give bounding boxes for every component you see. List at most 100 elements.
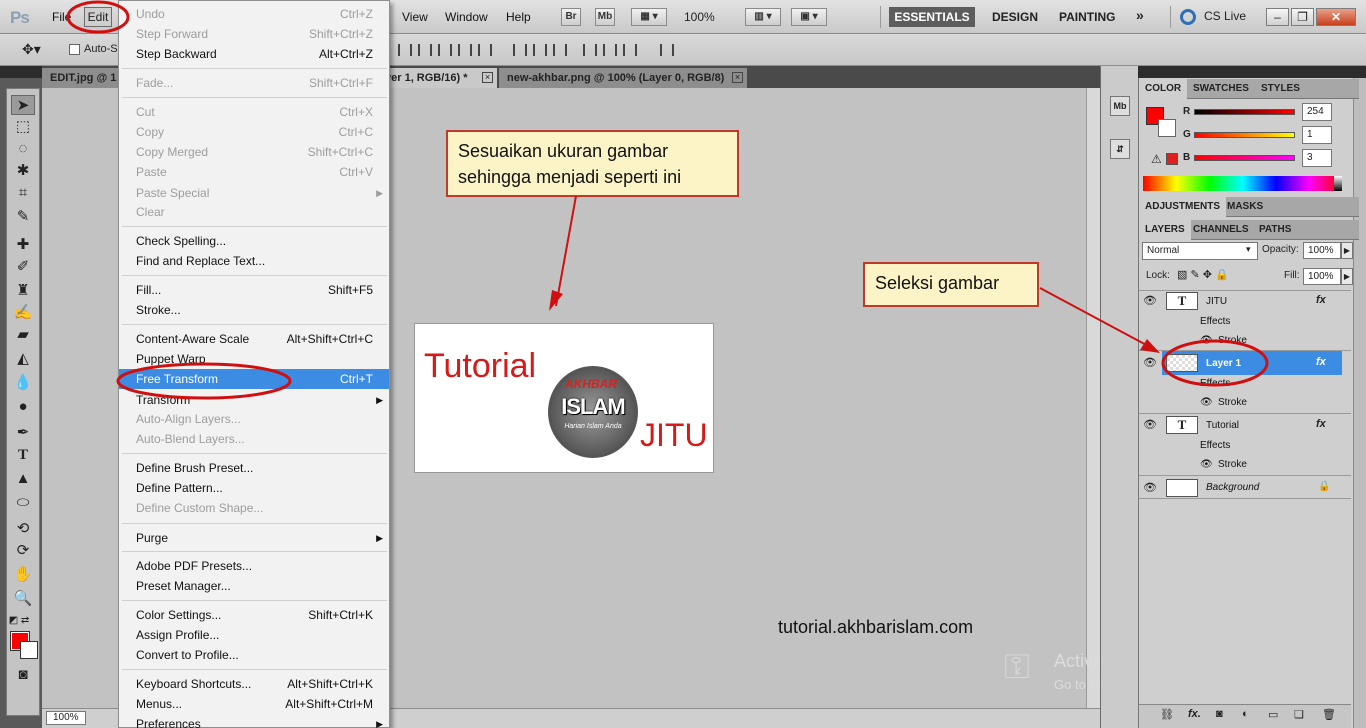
default-colors-icon[interactable]: ◩ ⇄ xyxy=(7,611,31,631)
layer-effects-label[interactable]: Effects xyxy=(1200,440,1230,451)
layer-name-jitu[interactable]: JITU xyxy=(1206,296,1227,307)
blur-tool-icon[interactable]: 💧 xyxy=(11,373,35,393)
opacity-stepper[interactable]: ▶ xyxy=(1341,242,1353,259)
opacity-input[interactable]: 100% xyxy=(1303,242,1341,259)
menu-item-preset-manager[interactable]: Preset Manager... xyxy=(119,576,389,596)
menu-item-content-aware-scale[interactable]: Content-Aware Scale Alt+Shift+Ctrl+C xyxy=(119,329,389,349)
minimize-button[interactable]: – xyxy=(1266,8,1289,26)
menu-item-adobe-pdf-presets[interactable]: Adobe PDF Presets... xyxy=(119,556,389,576)
visibility-eye-icon[interactable]: 👁 xyxy=(1143,418,1157,431)
crop-tool-icon[interactable]: ⌗ xyxy=(11,183,35,203)
layer-effects-icon[interactable]: fx xyxy=(1316,294,1326,306)
path-selection-tool-icon[interactable]: ▲ xyxy=(11,469,35,489)
tab-color[interactable]: COLOR xyxy=(1139,79,1188,99)
tab-masks[interactable]: MASKS xyxy=(1221,197,1269,217)
menu-item-copy[interactable]: Copy Ctrl+C xyxy=(119,122,389,142)
arrange-documents-icon[interactable]: ▥ ▾ xyxy=(745,8,781,26)
brush-tool-icon[interactable]: ✐ xyxy=(11,257,35,277)
pen-tool-icon[interactable]: ✒ xyxy=(11,423,35,443)
color-spectrum-bar[interactable] xyxy=(1143,176,1342,191)
layer-stroke-label[interactable]: Stroke xyxy=(1218,459,1247,470)
blend-mode-select[interactable]: Normal xyxy=(1142,242,1258,260)
menu-item-auto-blend-layers[interactable]: Auto-Blend Layers... xyxy=(119,429,389,449)
mini-bridge-panel-icon[interactable]: Mb xyxy=(1110,96,1130,116)
menu-item-convert-to-profile[interactable]: Convert to Profile... xyxy=(119,645,389,665)
color-panel-background[interactable] xyxy=(1158,119,1176,137)
layer-effects-icon[interactable]: fx xyxy=(1316,356,1326,368)
menu-item-assign-profile[interactable]: Assign Profile... xyxy=(119,625,389,645)
menu-item-preferences[interactable]: Preferences ▶ xyxy=(119,714,389,728)
visibility-eye-icon[interactable]: 👁 xyxy=(1143,356,1157,369)
background-color-swatch[interactable] xyxy=(20,641,38,659)
bridge-button[interactable]: Br xyxy=(561,8,581,26)
mini-bridge-button[interactable]: Mb xyxy=(595,8,615,26)
adjustment-layer-icon[interactable]: ◐ xyxy=(1242,708,1249,720)
hand-tool-icon[interactable]: ✋ xyxy=(11,565,35,585)
doc-tab-active[interactable]: yer 1, RGB/16) * × xyxy=(377,68,497,88)
layer-effects-label[interactable]: Effects xyxy=(1200,378,1230,389)
new-layer-icon[interactable]: ❏ xyxy=(1294,708,1304,721)
menu-item-purge[interactable]: Purge ▶ xyxy=(119,528,389,548)
eyedropper-tool-icon[interactable]: ✎ xyxy=(11,207,35,227)
history-panel-icon[interactable]: ⇵ xyxy=(1110,139,1130,159)
layer-name-background[interactable]: Background xyxy=(1206,482,1259,493)
vertical-scrollbar[interactable] xyxy=(1086,88,1100,708)
fill-input[interactable]: 100% xyxy=(1303,268,1341,285)
panels-scrollbar[interactable] xyxy=(1353,78,1366,728)
visibility-eye-icon[interactable]: 👁 xyxy=(1143,481,1157,494)
menu-item-color-settings[interactable]: Color Settings... Shift+Ctrl+K xyxy=(119,605,389,625)
layer-stroke-label[interactable]: Stroke xyxy=(1218,335,1247,346)
menu-help[interactable]: Help xyxy=(506,10,531,24)
type-tool-icon[interactable]: T xyxy=(11,445,35,465)
menu-view[interactable]: View xyxy=(402,10,428,24)
layer-name-layer1[interactable]: Layer 1 xyxy=(1206,358,1241,369)
close-button[interactable]: ✕ xyxy=(1316,8,1356,26)
layer-thumbnail[interactable] xyxy=(1166,479,1198,497)
quick-selection-tool-icon[interactable]: ✱ xyxy=(11,161,35,181)
screen-mode-icon[interactable]: ▣ ▾ xyxy=(791,8,827,26)
clone-stamp-tool-icon[interactable]: ♜ xyxy=(11,281,35,301)
menu-item-menus[interactable]: Menus... Alt+Shift+Ctrl+M xyxy=(119,694,389,714)
menu-item-stroke[interactable]: Stroke... xyxy=(119,300,389,320)
menu-item-paste-special[interactable]: Paste Special ▶ xyxy=(119,183,389,203)
distribute-right-icon[interactable] xyxy=(623,44,637,56)
menu-item-keyboard-shortcuts[interactable]: Keyboard Shortcuts... Alt+Shift+Ctrl+K xyxy=(119,674,389,694)
new-group-icon[interactable]: ▭ xyxy=(1268,708,1278,721)
align-bottom-icon[interactable] xyxy=(438,44,452,56)
menu-item-fade[interactable]: Fade... Shift+Ctrl+F xyxy=(119,73,389,93)
layer-name-tutorial[interactable]: Tutorial xyxy=(1206,420,1239,431)
paint-bucket-tool-icon[interactable]: ◭ xyxy=(11,349,35,369)
tab-styles[interactable]: STYLES xyxy=(1255,79,1306,99)
zoom-tool-icon[interactable]: 🔍 xyxy=(11,589,35,609)
layer-stroke-label[interactable]: Stroke xyxy=(1218,397,1247,408)
doc-tab-edit[interactable]: EDIT.jpg @ 1 xyxy=(42,68,120,88)
menu-file[interactable]: File xyxy=(52,10,71,24)
add-mask-icon[interactable]: ◙ xyxy=(1216,708,1223,720)
menu-item-undo[interactable]: Undo Ctrl+Z xyxy=(119,4,389,24)
close-tab-icon[interactable]: × xyxy=(482,72,493,83)
restore-button[interactable]: ❐ xyxy=(1291,8,1314,26)
menu-item-auto-align-layers[interactable]: Auto-Align Layers... xyxy=(119,409,389,429)
tab-swatches[interactable]: SWATCHES xyxy=(1187,79,1255,99)
shape-tool-icon[interactable]: ⬭ xyxy=(11,493,35,513)
menu-item-fill[interactable]: Fill... Shift+F5 xyxy=(119,280,389,300)
tab-layers[interactable]: LAYERS xyxy=(1139,220,1191,240)
blue-slider[interactable] xyxy=(1194,155,1295,161)
distribute-top-icon[interactable] xyxy=(513,44,527,56)
menu-item-copy-merged[interactable]: Copy Merged Shift+Ctrl+C xyxy=(119,142,389,162)
gamut-swatch[interactable] xyxy=(1166,153,1178,165)
distribute-center-icon[interactable] xyxy=(533,44,547,56)
add-layer-style-icon[interactable]: fx. xyxy=(1188,708,1201,720)
more-workspaces-icon[interactable]: » xyxy=(1136,7,1144,23)
move-tool-preset-icon[interactable]: ✥▾ xyxy=(22,41,41,58)
close-tab-icon[interactable]: × xyxy=(732,72,743,83)
menu-item-clear[interactable]: Clear xyxy=(119,202,389,222)
cs-live-button[interactable]: CS Live xyxy=(1204,9,1246,23)
menu-item-step-forward[interactable]: Step Forward Shift+Ctrl+Z xyxy=(119,24,389,44)
dodge-tool-icon[interactable]: ● xyxy=(11,397,35,417)
menu-item-define-pattern[interactable]: Define Pattern... xyxy=(119,478,389,498)
menu-item-puppet-warp[interactable]: Puppet Warp xyxy=(119,349,389,369)
lasso-tool-icon[interactable]: ◌ xyxy=(11,139,35,159)
lock-icons[interactable]: ▧ ✎ ✥ 🔒 xyxy=(1177,268,1229,281)
stroke-eye-icon[interactable]: 👁 xyxy=(1200,459,1213,470)
